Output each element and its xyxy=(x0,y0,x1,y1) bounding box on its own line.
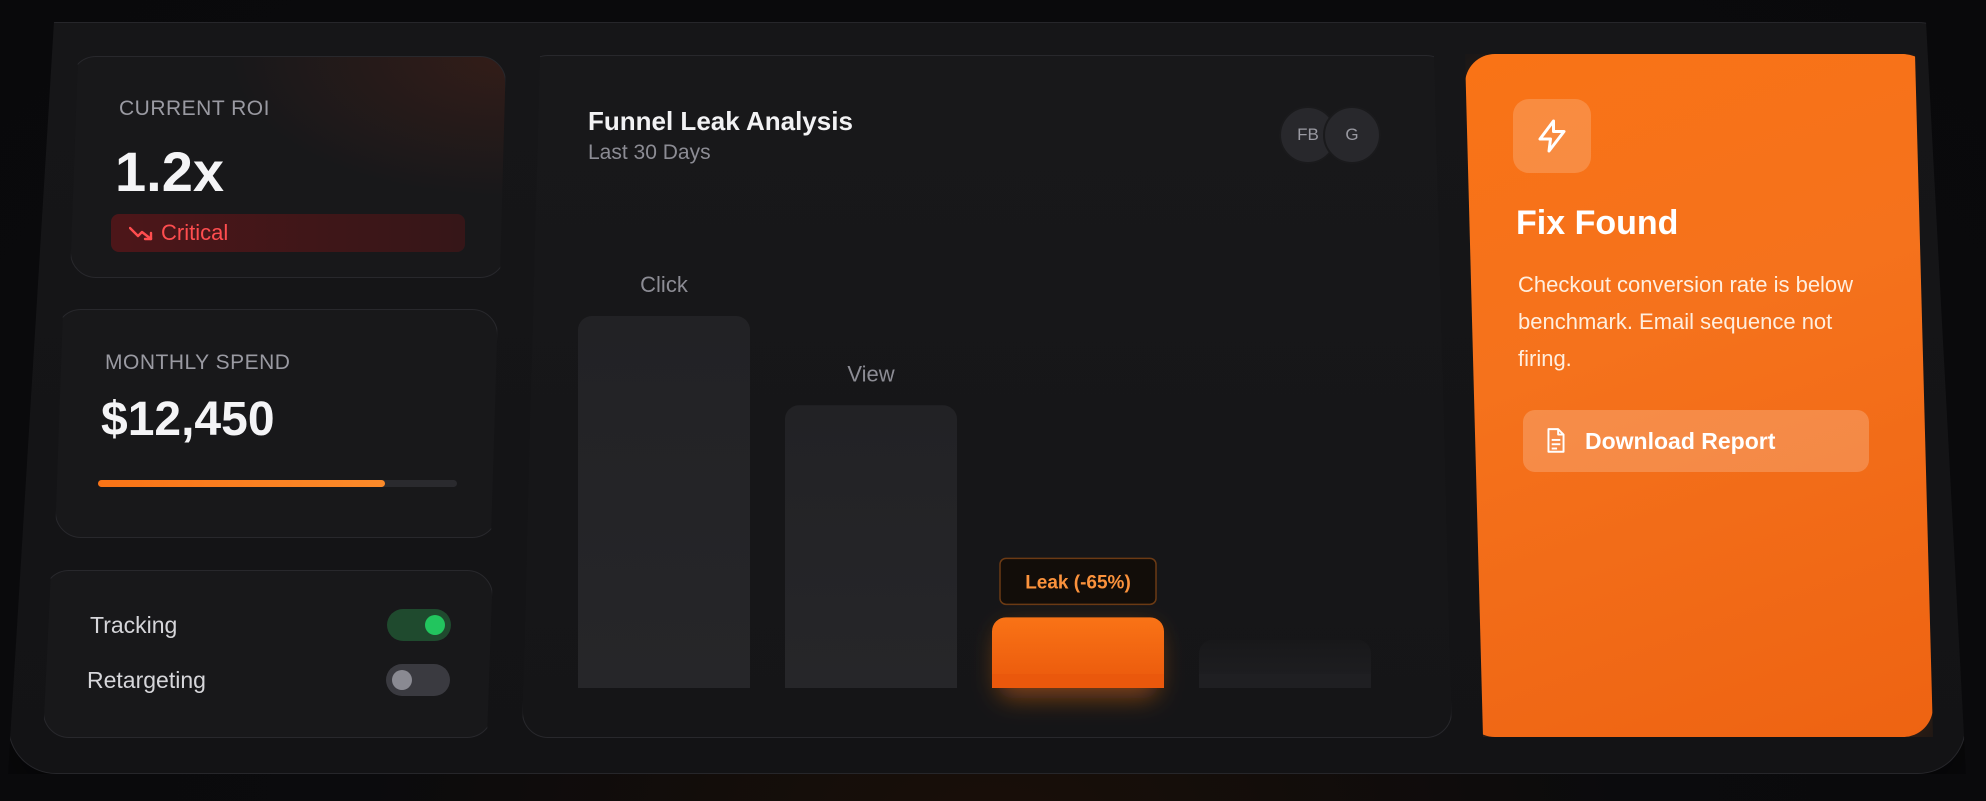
roi-label: CURRENT ROI xyxy=(119,97,270,120)
funnel-chart: Click View Leak (-65%) xyxy=(578,272,1371,698)
funnel-bar[interactable] xyxy=(785,405,957,688)
toggle-row-retargeting: Retargeting xyxy=(87,664,450,696)
fix-card: Fix Found Checkout conversion rate is be… xyxy=(1465,54,1933,737)
tracking-toggle[interactable] xyxy=(387,609,451,641)
document-icon xyxy=(1547,428,1565,453)
fix-title: Fix Found xyxy=(1516,204,1679,242)
status-badge: Critical xyxy=(111,214,465,252)
spend-value: $12,450 xyxy=(101,393,275,446)
toggle-label-tracking: Tracking xyxy=(90,611,178,638)
roi-value: 1.2x xyxy=(115,140,224,203)
status-badge-label: Critical xyxy=(161,220,229,245)
bar-category-label: Click xyxy=(640,272,689,297)
funnel-bar-base xyxy=(785,674,957,688)
toggle-row-tracking: Tracking xyxy=(90,609,451,641)
toggle-label-retargeting: Retargeting xyxy=(87,666,206,693)
roi-card: CURRENT ROI 1.2x Critical xyxy=(70,56,506,278)
funnel-bar-base xyxy=(992,674,1164,688)
download-report-label: Download Report xyxy=(1585,427,1776,454)
dashboard-stage: CURRENT ROI 1.2x Critical MONTHLY SPEND … xyxy=(0,0,1986,801)
download-report-button[interactable]: Download Report xyxy=(1523,410,1869,472)
funnel-card: Funnel Leak Analysis Last 30 Days FB G C… xyxy=(522,55,1452,738)
spend-progress-fill xyxy=(98,480,386,487)
toggles-card: Tracking Retargeting xyxy=(43,570,493,738)
fix-description: Checkout conversion rate is below benchm… xyxy=(1518,272,1854,371)
funnel-bar-base xyxy=(578,674,750,688)
retargeting-toggle[interactable] xyxy=(386,664,450,696)
funnel-bar-base xyxy=(1199,674,1371,688)
trending-down-icon xyxy=(129,226,153,241)
toggle-knob xyxy=(392,670,412,690)
leak-tooltip-label: Leak (-65%) xyxy=(1025,572,1131,593)
spend-card: MONTHLY SPEND $12,450 xyxy=(55,309,498,538)
lightning-icon xyxy=(1513,99,1591,173)
toggle-knob xyxy=(425,615,445,635)
funnel-bar[interactable] xyxy=(578,316,750,688)
bar-category-label: View xyxy=(847,361,894,386)
spend-label: MONTHLY SPEND xyxy=(105,351,291,374)
spend-progress-bar xyxy=(98,480,457,487)
